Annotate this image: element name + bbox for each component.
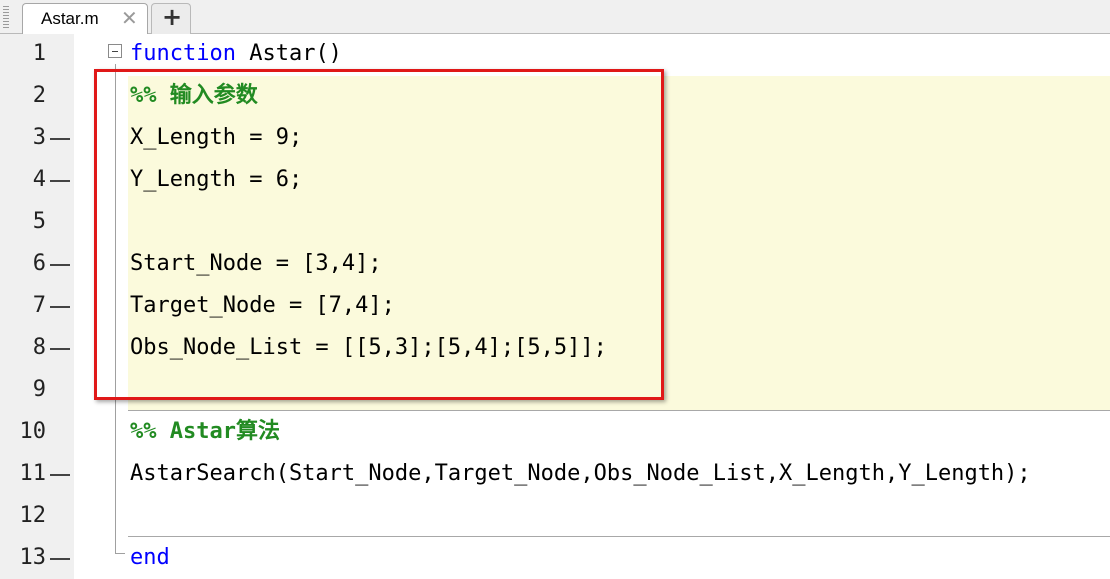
tab-bar-grip-icon[interactable]: [3, 6, 9, 28]
gutter-row[interactable]: 9: [0, 369, 74, 411]
breakpoint-dash-icon[interactable]: [50, 180, 70, 182]
line-number: 1: [32, 41, 46, 66]
gutter-row[interactable]: 5: [0, 201, 74, 243]
breakpoint-dash-icon[interactable]: [50, 558, 70, 560]
tab-label: Astar.m: [41, 9, 99, 28]
annotation-highlight-box: [94, 69, 664, 400]
line-number: 3: [32, 125, 46, 150]
code-text: Astar(): [235, 41, 342, 66]
fold-collapse-icon[interactable]: [108, 44, 122, 58]
gutter-row[interactable]: 6: [0, 243, 74, 285]
line-number: 8: [32, 335, 46, 360]
plus-icon: +: [162, 3, 183, 31]
code-keyword: function: [130, 41, 236, 66]
line-number: 6: [32, 251, 46, 276]
gutter-row[interactable]: 7: [0, 285, 74, 327]
cell-divider: [128, 536, 1110, 537]
code-keyword: end: [130, 545, 170, 570]
line-number: 12: [19, 503, 47, 528]
breakpoint-dash-icon[interactable]: [50, 306, 70, 308]
code-line[interactable]: %% Astar算法: [130, 411, 280, 453]
breakpoint-dash-icon[interactable]: [50, 474, 70, 476]
fold-guide-end: [115, 553, 125, 554]
breakpoint-dash-icon[interactable]: [50, 264, 70, 266]
gutter-row[interactable]: 3: [0, 117, 74, 159]
line-number: 5: [32, 209, 46, 234]
line-number: 9: [32, 377, 46, 402]
line-number-gutter: 1 2 3 4 5 6 7 8 9 10 11 12 13: [0, 34, 74, 579]
code-line[interactable]: end: [130, 537, 170, 579]
line-number: 13: [19, 545, 47, 570]
line-number: 2: [32, 83, 46, 108]
gutter-row[interactable]: 12: [0, 495, 74, 537]
gutter-row[interactable]: 11: [0, 453, 74, 495]
code-text: AstarSearch(Start_Node,Target_Node,Obs_N…: [130, 461, 1031, 486]
code-comment: %% Astar算法: [130, 419, 280, 444]
line-number: 4: [32, 167, 46, 192]
gutter-row[interactable]: 8: [0, 327, 74, 369]
gutter-row[interactable]: 10: [0, 411, 74, 453]
tab-astar-m[interactable]: Astar.m ✕: [22, 3, 148, 34]
breakpoint-dash-icon[interactable]: [50, 348, 70, 350]
gutter-row[interactable]: 2: [0, 75, 74, 117]
line-number: 7: [32, 293, 46, 318]
close-icon[interactable]: ✕: [121, 6, 138, 30]
breakpoint-dash-icon[interactable]: [50, 138, 70, 140]
gutter-row[interactable]: 4: [0, 159, 74, 201]
editor-tab-bar: Astar.m ✕ +: [0, 0, 1110, 34]
gutter-row[interactable]: 13: [0, 537, 74, 579]
code-line[interactable]: AstarSearch(Start_Node,Target_Node,Obs_N…: [130, 453, 1031, 495]
gutter-row[interactable]: 1: [0, 33, 74, 75]
line-number: 11: [19, 461, 47, 486]
new-tab-button[interactable]: +: [151, 3, 191, 34]
line-number: 10: [19, 419, 47, 444]
